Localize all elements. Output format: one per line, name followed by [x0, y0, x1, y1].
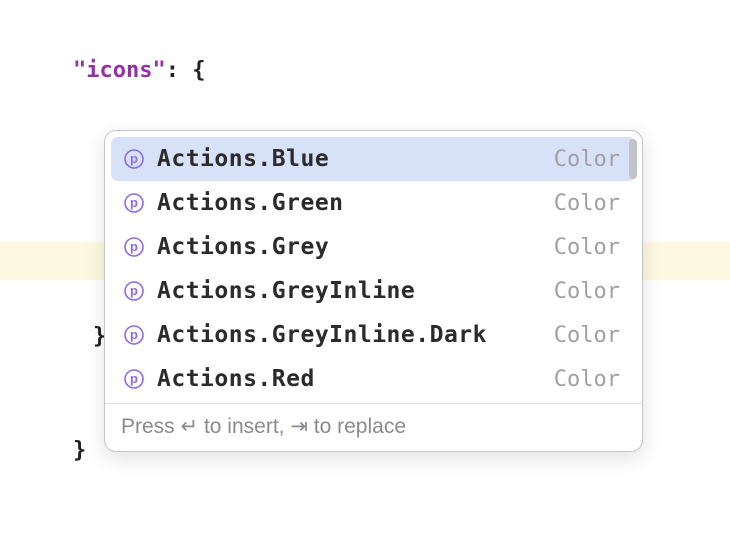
completion-item[interactable]: p Actions.Grey Color: [111, 225, 636, 269]
footer-text: to replace: [308, 415, 406, 438]
completion-list[interactable]: p Actions.Blue Color p Actions.Green Col…: [105, 131, 642, 403]
completion-item[interactable]: p Actions.Red Color: [111, 357, 636, 401]
property-icon: p: [121, 322, 147, 348]
completion-footer-hint: Press ↵ to insert, ⇥ to replace: [105, 403, 642, 451]
completion-label: Actions.Grey: [157, 234, 554, 260]
completion-type: Color: [554, 367, 620, 392]
completion-label: Actions.GreyInline: [157, 278, 554, 304]
json-key-icons: "icons": [73, 58, 166, 83]
svg-text:p: p: [130, 239, 138, 254]
svg-text:p: p: [130, 327, 138, 342]
completion-label: Actions.Blue: [157, 146, 554, 172]
completion-type: Color: [554, 323, 620, 348]
completion-type: Color: [554, 279, 620, 304]
close-brace-2: }: [73, 438, 86, 463]
svg-text:p: p: [130, 371, 138, 386]
footer-text: to insert,: [198, 415, 290, 438]
code-line-1: "icons": {: [20, 14, 730, 128]
completion-label: Actions.Green: [157, 190, 554, 216]
enter-key-icon: ↵: [181, 415, 199, 438]
completion-item[interactable]: p Actions.GreyInline.Dark Color: [111, 313, 636, 357]
property-icon: p: [121, 190, 147, 216]
property-icon: p: [121, 278, 147, 304]
completion-type: Color: [554, 191, 620, 216]
property-icon: p: [121, 234, 147, 260]
completion-popup[interactable]: p Actions.Blue Color p Actions.Green Col…: [104, 130, 643, 452]
svg-text:p: p: [130, 151, 138, 166]
colon-brace: : {: [166, 58, 206, 83]
property-icon: p: [121, 146, 147, 172]
scrollbar-thumb[interactable]: [629, 139, 637, 179]
property-icon: p: [121, 366, 147, 392]
completion-item[interactable]: p Actions.Blue Color: [111, 137, 636, 181]
completion-item[interactable]: p Actions.Green Color: [111, 181, 636, 225]
svg-text:p: p: [130, 283, 138, 298]
svg-text:p: p: [130, 195, 138, 210]
completion-item[interactable]: p Actions.GreyInline Color: [111, 269, 636, 313]
completion-type: Color: [554, 147, 620, 172]
footer-text: Press: [121, 415, 181, 438]
completion-label: Actions.Red: [157, 366, 554, 392]
completion-label: Actions.GreyInline.Dark: [157, 322, 554, 348]
tab-key-icon: ⇥: [290, 415, 308, 438]
completion-type: Color: [554, 235, 620, 260]
